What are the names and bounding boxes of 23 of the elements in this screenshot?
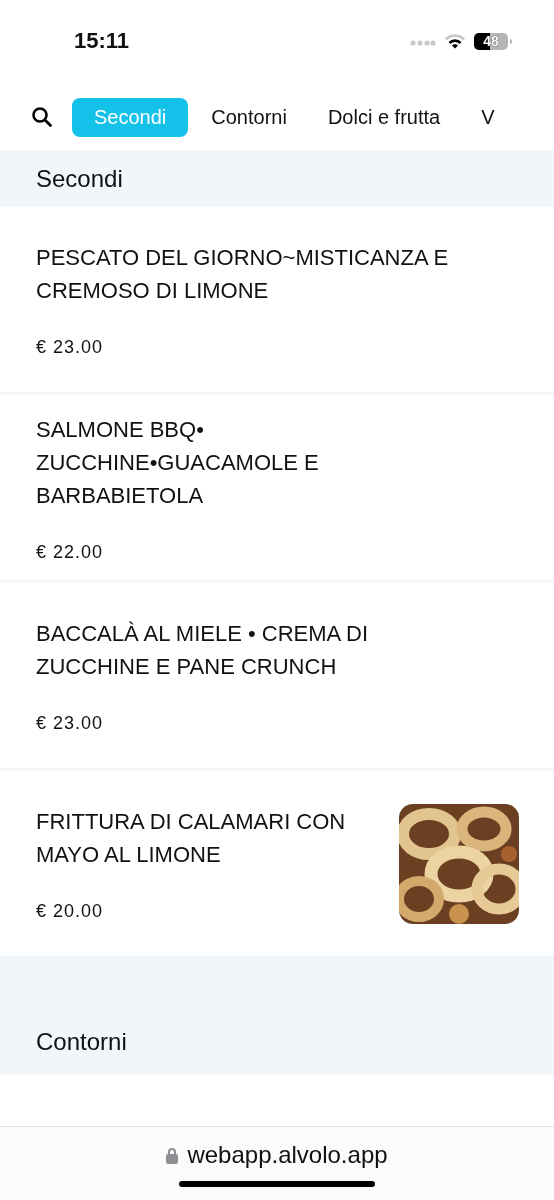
dish-price: € 23.00 — [36, 713, 105, 734]
lock-icon — [166, 1146, 179, 1164]
menu-item-card[interactable]: SALMONE BBQ• ZUCCHINE•GUACAMOLE E BARBABIETOLA € 22.00 — [0, 395, 554, 583]
dish-price: € 20.00 — [36, 901, 105, 922]
category-tab[interactable]: Dolci e frutta — [327, 97, 441, 137]
menu-item-card[interactable]: FRITTURA DI CALAMARI CON MAYO AL LIMONE € 20.00 — [0, 771, 554, 959]
menu-item-card[interactable]: BACCALÀ AL MIELE • CREMA DI ZUCCHINE E PANE CRUNCH € 23.00 — [0, 583, 554, 771]
dish-price: € 23.00 — [36, 337, 105, 358]
category-tab[interactable]: V — [481, 97, 495, 137]
signal-icon — [410, 40, 436, 46]
wifi-icon — [444, 33, 466, 49]
menu-item-card[interactable]: PESCATO DEL GIORNO~MISTICANZA E CREMOSO DI LIMONE € 23.00 — [0, 207, 554, 395]
category-tab[interactable]: Contorni — [211, 97, 287, 137]
status-time: 15:11 — [74, 28, 130, 54]
dish-price: € 22.00 — [36, 541, 105, 563]
url-text: webapp.alvolo.app — [187, 1141, 388, 1169]
address-bar[interactable]: webapp.alvolo.app — [0, 1126, 554, 1200]
dish-name: FRITTURA DI CALAMARI CON MAYO AL LIMONE — [36, 808, 347, 869]
search-icon[interactable] — [31, 106, 53, 128]
dish-name: PESCATO DEL GIORNO~MISTICANZA E CREMOSO DI LIMONE — [36, 244, 450, 305]
dish-name: SALMONE BBQ• ZUCCHINE•GUACAMOLE E BARBABIETOLA — [36, 415, 320, 510]
dish-name: BACCALÀ AL MIELE • CREMA DI ZUCCHINE E PANE CRUNCH — [36, 620, 370, 681]
section-header: Secondi — [0, 150, 554, 207]
